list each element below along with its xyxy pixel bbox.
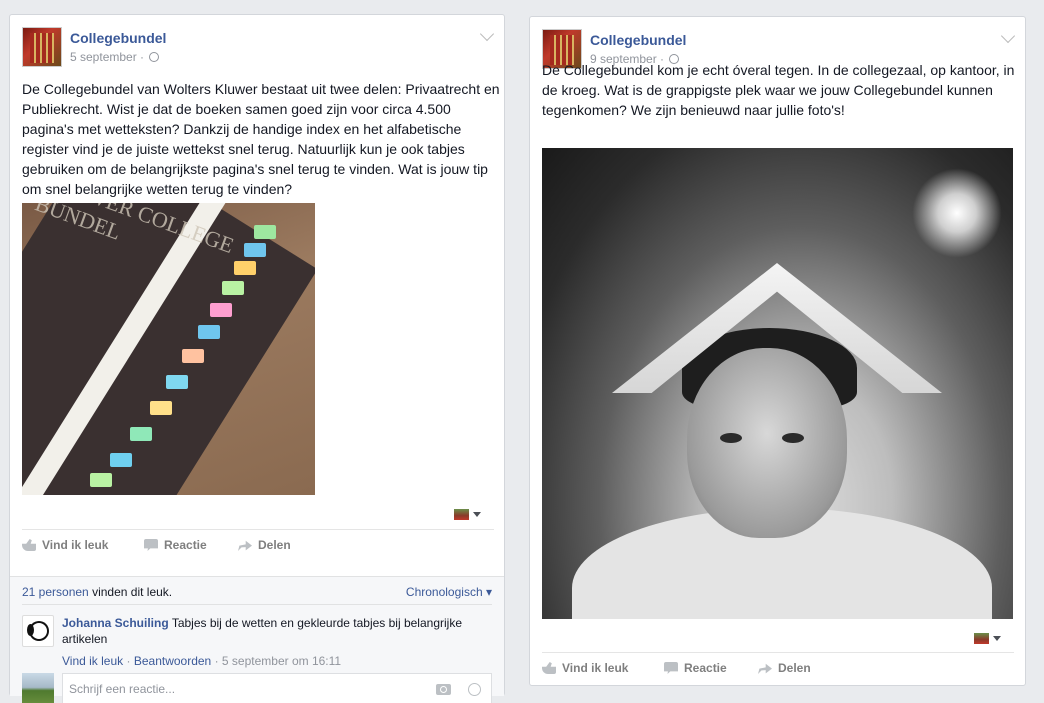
comment-body: Johanna Schuiling Tabjes bij de wetten e… — [62, 615, 482, 647]
person-eye — [782, 433, 804, 443]
post-author[interactable]: Collegebundel — [70, 30, 166, 46]
post-card: Collegebundel 5 september · De Collegebu… — [9, 14, 505, 703]
like-label: Vind ik leuk — [562, 661, 629, 675]
like-button[interactable]: Vind ik leuk — [22, 530, 108, 560]
page-thumbnail-icon — [974, 633, 989, 644]
caret-down-icon — [473, 512, 481, 517]
sort-dropdown[interactable]: Chronologisch ▾ — [406, 585, 492, 599]
likes-count-link[interactable]: 21 personen — [22, 585, 89, 599]
globe-icon — [149, 52, 160, 62]
comment-bubble-icon — [664, 662, 678, 674]
commenter-name[interactable]: Johanna Schuiling — [62, 616, 169, 630]
likes-summary: 21 personen vinden dit leuk. — [22, 585, 172, 599]
person-face — [687, 348, 847, 538]
share-button[interactable]: Delen — [238, 530, 291, 560]
page-avatar[interactable] — [22, 27, 62, 67]
sort-label: Chronologisch — [405, 585, 483, 599]
page-thumbnail-icon — [454, 509, 469, 520]
post-text: De Collegebundel van Wolters Kluwer best… — [22, 81, 500, 197]
share-arrow-icon — [758, 663, 772, 674]
comment-reply-link[interactable]: Beantwoorden — [134, 654, 211, 668]
share-label: Delen — [778, 661, 811, 675]
post-card: Collegebundel 9 september · De Collegebu… — [529, 16, 1026, 686]
comment-label: Reactie — [684, 661, 727, 675]
comments-section: 21 personen vinden dit leuk. Chronologis… — [10, 576, 504, 703]
thumbs-up-icon — [542, 662, 556, 674]
divider — [22, 604, 492, 605]
comment-button[interactable]: Reactie — [664, 653, 727, 683]
post-photo[interactable]: KLUWER COLLEGE BUNDEL — [22, 203, 315, 495]
share-button[interactable]: Delen — [758, 653, 811, 683]
camera-icon[interactable] — [436, 684, 451, 695]
comment-like-link[interactable]: Vind ik leuk — [62, 654, 123, 668]
post-actions: Vind ik leuk Reactie Delen — [542, 653, 1014, 683]
like-button[interactable]: Vind ik leuk — [542, 653, 628, 683]
comment-label: Reactie — [164, 538, 207, 552]
thumbs-up-icon — [22, 539, 36, 551]
caret-down-icon: ▾ — [485, 585, 492, 599]
meta-separator: · — [214, 654, 219, 668]
reply-composer — [22, 673, 492, 703]
meta-separator: · — [140, 50, 145, 64]
meta-separator: · — [126, 654, 131, 668]
likes-suffix: vinden dit leuk. — [92, 585, 173, 599]
caret-down-icon — [993, 636, 1001, 641]
chevron-down-icon[interactable] — [479, 26, 495, 42]
commenter-avatar[interactable] — [22, 615, 54, 647]
post-meta: 5 september · — [70, 50, 160, 64]
comment-actions: Vind ik leuk · Beantwoorden · 5 septembe… — [62, 654, 341, 668]
post-text: De Collegebundel kom je echt óveral tege… — [542, 62, 1015, 118]
share-arrow-icon — [238, 540, 252, 551]
comment-button[interactable]: Reactie — [144, 530, 207, 560]
smiley-icon[interactable] — [468, 683, 481, 696]
like-label: Vind ik leuk — [42, 538, 109, 552]
post-date[interactable]: 5 september — [70, 50, 137, 64]
comment-bubble-icon — [144, 539, 158, 551]
lamp-light — [912, 168, 1002, 258]
comment-input[interactable] — [62, 673, 492, 703]
audience-selector[interactable] — [974, 633, 1001, 645]
post-author[interactable]: Collegebundel — [590, 32, 686, 48]
audience-selector[interactable] — [454, 509, 481, 521]
chevron-down-icon[interactable] — [1000, 28, 1016, 44]
share-label: Delen — [258, 538, 291, 552]
comment-time[interactable]: 5 september om 16:11 — [222, 654, 341, 668]
post-photo[interactable] — [542, 148, 1013, 619]
person-eye — [720, 433, 742, 443]
post-actions: Vind ik leuk Reactie Delen — [22, 530, 494, 560]
viewer-avatar — [22, 673, 54, 703]
comment: Johanna Schuiling Tabjes bij de wetten e… — [22, 615, 492, 668]
